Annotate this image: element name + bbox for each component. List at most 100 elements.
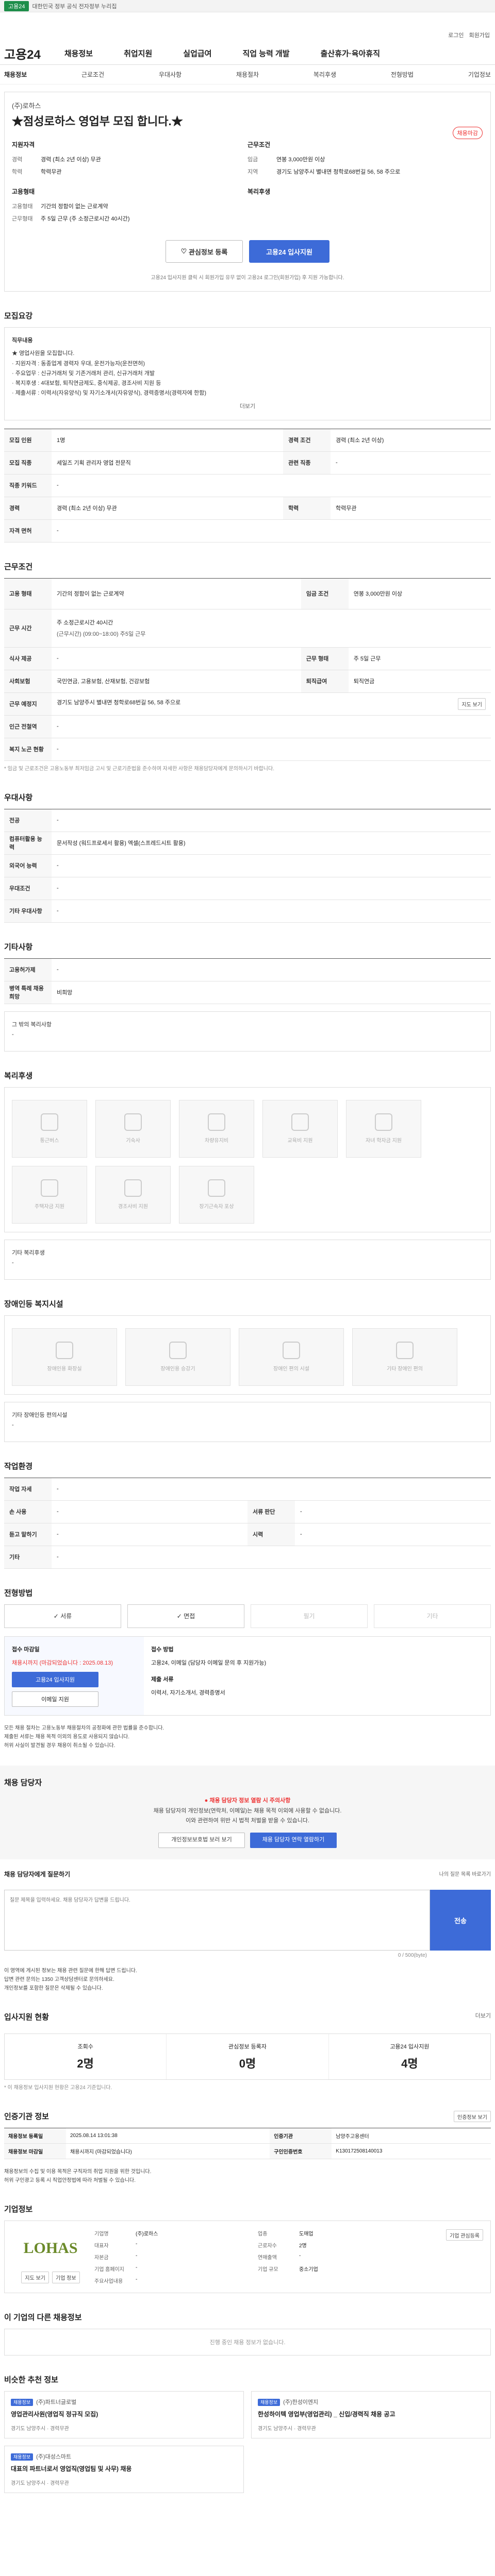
welfare-card: 장기근속자 포상 [179,1165,254,1224]
contact-line: 채용 담당자의 개인정보(연락처, 이메일)는 채용 목적 이외에 사용할 수 … [153,1807,342,1814]
gnb-item-benefit[interactable]: 실업급여 [183,48,211,59]
duty-line: · 지원자격 : 동종업계 경력자 우대, 운전가능자(운전면허) [12,360,145,367]
td: - [52,647,301,670]
co-key: 주요사업내용 [94,2279,123,2285]
method-interview: ✓ 면접 [127,1604,244,1628]
kv-value: 기간의 정함이 없는 근로계약 [41,204,108,210]
deadline-panel: 접수 마감일 채용시까지 (마감되었습니다 : 2025.08.13) 고용24… [5,1636,144,1715]
tab-preference[interactable]: 우대사항 [159,70,182,79]
cert-info-button[interactable]: 인증정보 보기 [454,2111,491,2123]
td: 1명 [52,429,283,452]
tab-conditions[interactable]: 근로조건 [81,70,104,79]
section-title: 인증기관 정보 [4,2112,49,2122]
deadline-value: 채용시까지 (마감되었습니다 : 2025.08.13) [12,1659,113,1666]
tab-welfare[interactable]: 복리후생 [314,70,336,79]
td: 세일즈 기획 관리자 영업 전문직 [52,451,283,474]
td: - [52,474,491,497]
welfare-card: 통근버스 [12,1099,87,1158]
facility-label: 장애인 편의 시설 [273,1366,309,1372]
send-button[interactable]: 전송 [430,1890,491,1951]
related-card[interactable]: 채용정보 (주)파트너글로벌 영업관리사원(영업직 정규직 모집) 경기도 남양주… [4,2391,244,2438]
stat-views: 조회수 2명 [5,2034,167,2080]
th: 관련 직종 [283,451,331,474]
td: 경기도 남양주시 별내면 청학로68번길 56, 58 주으로 [57,699,181,706]
question-input[interactable] [4,1890,430,1951]
related-company: (주)대성스마트 [36,2453,72,2460]
th: 컴퓨터활용 능력 [4,832,52,855]
duty-line: · 제출서류 : 이력서(자유양식) 및 자기소개서(자유양식), 경력증명서(… [12,390,206,397]
section-title: 입사지원 현황 [4,2013,49,2022]
th: 우대조건 [4,877,52,900]
tab-recruit[interactable]: 채용정보 [4,70,27,79]
tab-process[interactable]: 채용절차 [236,70,259,79]
section-title: 채용 담당자 [4,1778,42,1787]
signup-link[interactable]: 회원가입 [469,31,490,39]
kv-value: 학력무관 [41,169,62,175]
cert-section: 인증기관 정보 인증정보 보기 채용정보 등록일 2025.08.14 13:01… [4,2111,491,2185]
gnb-item-leave[interactable]: 출산휴가·육아휴직 [321,48,380,59]
stats-more-link[interactable]: 더보기 [475,2011,491,2028]
toilet-icon [56,1342,73,1360]
related-company: (주)한성이엔지 [283,2399,319,2406]
conditions-section: 근무조건 고용 형태 기간의 정함이 없는 근로계약 임금 조건 연봉 3,000만원… [4,561,491,773]
docs-label: 제출 서류 [151,1676,174,1683]
th: 기타 [4,1546,52,1569]
company-map-button[interactable]: 지도 보기 [21,2272,49,2284]
my-questions-link[interactable]: 나의 질문 목록 바로가기 [439,1870,491,1885]
site-logo[interactable]: 고용24 [4,44,41,62]
job-summary-card: (주)로하스 ★점성로하스 영업부 모집 합니다.★ 채용마감 지원자격 경력 경… [4,92,491,292]
stat-value: 2명 [77,2057,94,2071]
view-contact-button[interactable]: 채용 담당자 연락 열람하기 [250,1833,337,1849]
stat-value: 0명 [239,2057,256,2071]
other-section: 기타사항 고용허가제 - 병역 특례 채용 희망 비희망 그 밖의 복리사항 - [4,941,491,1052]
apply-button[interactable]: 고용24 입사지원 [249,240,329,263]
facility-card: 장애인용 승강기 [125,1328,230,1386]
qna-note: 개인정보를 포함한 질문은 삭제될 수 있습니다. [4,1986,103,1992]
contact-section: 채용 담당자 ● 채용 담당자 정보 열람 시 주의사항 채용 담당자의 개인정… [0,1765,495,1860]
follow-company-button[interactable]: 기업 관심등록 [446,2229,483,2241]
th: 자격 면허 [4,519,52,543]
welfare-card: 교육비 지원 [262,1099,338,1158]
save-interest-button[interactable]: ♡ 관심정보 등록 [166,240,243,263]
welfare-card: 기숙사 [95,1099,171,1158]
privacy-law-button[interactable]: 개인정보보호법 보러 보기 [158,1833,245,1849]
other-label: 그 밖의 복리사항 [12,1021,52,1028]
welfare-label: 기숙사 [126,1138,140,1144]
stat-interest: 관심정보 등록자 0명 [167,2034,329,2080]
related-card[interactable]: 채용정보 (주)한성이엔지 한성하이텍 영업부(영업관리) _ 신입/경력직 채용… [251,2391,491,2438]
gnb-item-training[interactable]: 직업 능력 개발 [242,48,289,59]
qualification-heading: 지원자격 [12,141,35,148]
map-button[interactable]: 지도 보기 [458,698,486,710]
kv-value: 연봉 3,000만원 이상 [276,157,325,163]
company-info-button[interactable]: 기업 정보 [52,2272,80,2284]
facility-label: 장애인용 승강기 [160,1366,195,1372]
contact-line: 이와 관련하여 위반 시 법적 처벌을 받을 수 있습니다. [185,1818,310,1824]
th: 채용정보 등록일 [4,2128,66,2144]
th: 식사 제공 [4,647,52,670]
gnb-item-jobs[interactable]: 채용정보 [64,48,93,59]
related-card[interactable]: 채용정보 (주)대성스마트 대표의 파트너로서 영업직(영업팀 및 사무) 채용 … [4,2445,244,2493]
car-icon [208,1113,225,1131]
duty-subtitle: 직무내용 [12,337,33,344]
conditions-heading: 근무조건 [248,141,271,148]
email-apply-button[interactable]: 이메일 지원 [12,1691,98,1707]
gnb-item-support[interactable]: 취업지원 [124,48,152,59]
td: 주 5일 근무 [348,647,491,670]
co-val: - [136,2277,138,2283]
tab-company[interactable]: 기업정보 [468,70,491,79]
kv-key: 근무형태 [12,216,33,222]
more-toggle[interactable]: 더보기 [12,402,483,412]
th: 근무 예정지 [4,692,52,716]
th: 고용 형태 [4,578,52,609]
company-logo: LOHAS [23,2240,78,2257]
co-val: - [299,2253,301,2259]
apply-online-button[interactable]: 고용24 입사지원 [12,1671,98,1687]
td: 연봉 3,000만원 이상 [348,578,491,609]
td: - [52,877,491,900]
login-link[interactable]: 로그인 [448,31,464,39]
welfare-card: 차량유지비 [179,1099,254,1158]
method-note: 모든 채용 절차는 고용노동부 채용절차의 공정화에 관한 법률을 준수합니다. [4,1725,164,1731]
recruit-section: 모집요강 직무내용 ★ 영업사원을 모집합니다. · 지원자격 : 동종업계 경… [4,310,491,543]
tab-method[interactable]: 전형방법 [391,70,414,79]
td: - [52,809,491,832]
